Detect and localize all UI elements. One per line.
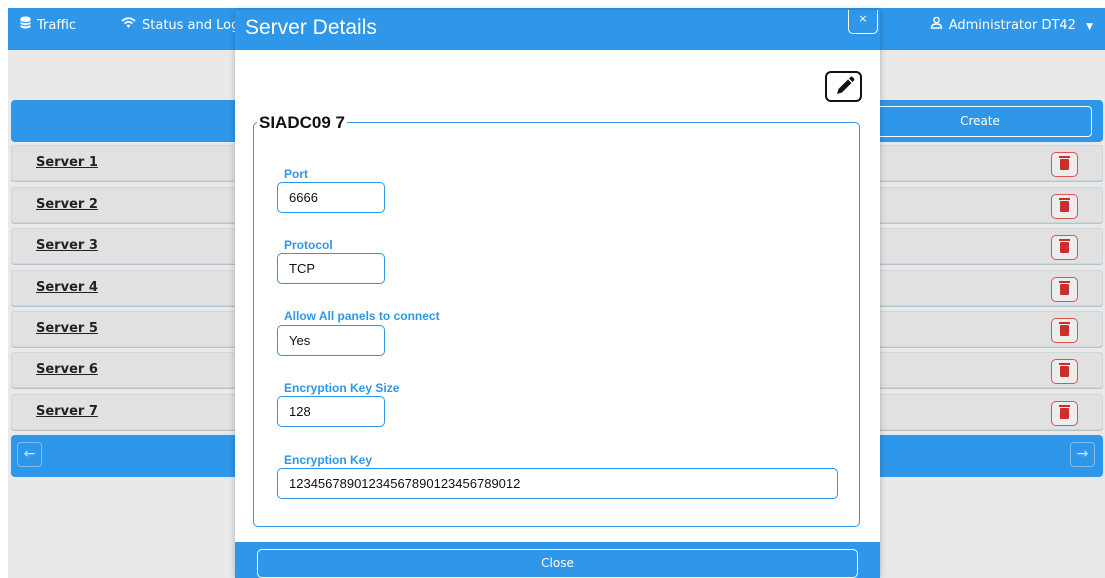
trash-icon: [1059, 239, 1070, 253]
port-field[interactable]: 6666: [277, 182, 385, 213]
modal-header: Server Details ×: [235, 10, 880, 50]
nav-item-label: Traffic: [37, 18, 77, 33]
server-link[interactable]: Server 3: [36, 238, 98, 253]
modal-footer: Close: [235, 542, 880, 578]
user-name: Administrator DT42: [948, 18, 1076, 33]
allow-all-panels-field[interactable]: Yes: [277, 325, 385, 356]
encryption-key-size-field[interactable]: 128: [277, 396, 385, 427]
delete-button[interactable]: [1051, 401, 1078, 426]
trash-icon: [1059, 198, 1070, 212]
trash-icon: [1059, 405, 1070, 419]
delete-button[interactable]: [1051, 235, 1078, 260]
chevron-down-icon: ▼: [1086, 22, 1093, 32]
nav-item-label: Status and Log: [142, 18, 240, 33]
nav-item-status-and-log[interactable]: Status and Log: [121, 8, 239, 50]
delete-button[interactable]: [1051, 359, 1078, 384]
server-link[interactable]: Server 4: [36, 280, 98, 295]
user-menu[interactable]: Administrator DT42 ▼: [930, 8, 1093, 50]
modal-close-icon[interactable]: ×: [848, 10, 878, 34]
close-button[interactable]: Close: [257, 549, 858, 578]
server-details-modal: Server Details × SIADC09 7 Port 6666 Pro…: [235, 10, 880, 578]
protocol-field[interactable]: TCP: [277, 253, 385, 284]
allow-all-panels-label: Allow All panels to connect: [284, 309, 440, 323]
user-icon: [930, 8, 943, 44]
trash-icon: [1059, 281, 1070, 295]
edit-button[interactable]: [825, 71, 862, 102]
create-button[interactable]: Create: [868, 106, 1092, 137]
arrow-left-icon: ←: [23, 446, 36, 462]
previous-page-button[interactable]: ←: [17, 442, 42, 467]
delete-button[interactable]: [1051, 277, 1078, 302]
trash-icon: [1059, 363, 1070, 377]
server-link[interactable]: Server 5: [36, 321, 98, 336]
next-page-button[interactable]: →: [1070, 442, 1095, 467]
server-details-legend: SIADC09 7: [257, 113, 347, 133]
trash-icon: [1059, 156, 1070, 170]
encryption-key-field[interactable]: 12345678901234567890123456789012: [277, 468, 838, 499]
database-icon: [20, 8, 31, 44]
encryption-key-label: Encryption Key: [284, 453, 373, 467]
wifi-icon: [121, 8, 136, 44]
modal-title: Server Details: [245, 16, 377, 39]
trash-icon: [1059, 322, 1070, 336]
protocol-label: Protocol: [284, 238, 333, 252]
server-link[interactable]: Server 6: [36, 362, 98, 377]
delete-button[interactable]: [1051, 194, 1078, 219]
arrow-right-icon: →: [1076, 446, 1089, 462]
nav-item-traffic[interactable]: Traffic: [20, 8, 76, 50]
port-label: Port: [284, 167, 308, 181]
encryption-key-size-label: Encryption Key Size: [284, 381, 400, 395]
server-link[interactable]: Server 1: [36, 155, 98, 170]
delete-button[interactable]: [1051, 318, 1078, 343]
server-link[interactable]: Server 7: [36, 404, 98, 419]
server-link[interactable]: Server 2: [36, 197, 98, 212]
delete-button[interactable]: [1051, 152, 1078, 177]
pencil-icon: [837, 76, 855, 94]
